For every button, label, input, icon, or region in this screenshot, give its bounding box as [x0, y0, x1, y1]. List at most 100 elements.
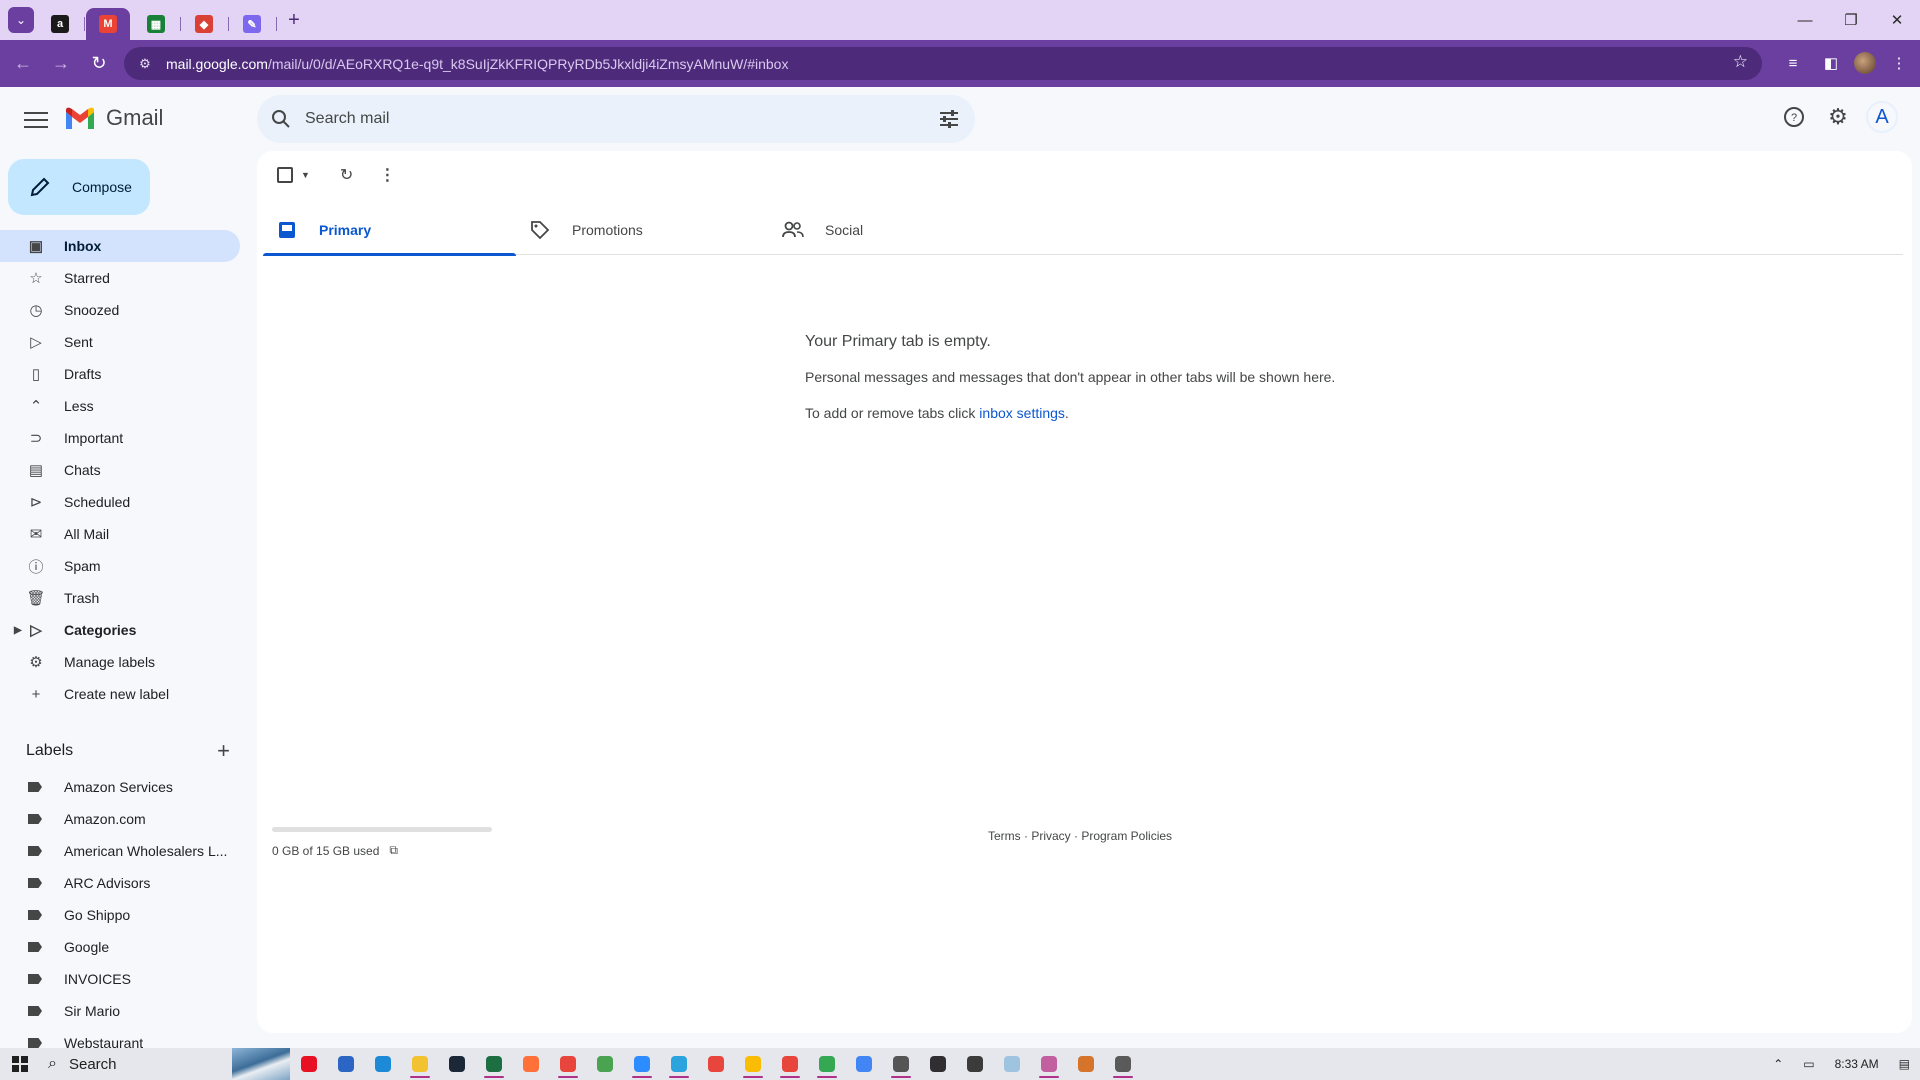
new-tab-button[interactable]: + — [282, 9, 306, 32]
nav-item-starred[interactable]: ☆ Starred — [0, 262, 240, 294]
taskbar-app-chrome-6[interactable] — [808, 1048, 845, 1080]
label-tag-icon — [28, 942, 42, 952]
media-control-icon[interactable]: ≡ — [1778, 48, 1808, 78]
label-item[interactable]: Amazon Services — [0, 771, 240, 803]
nav-item-important[interactable]: ⊃ Important — [0, 422, 240, 454]
back-button[interactable]: ← — [8, 49, 38, 79]
more-options-icon[interactable]: ⋮ — [379, 165, 395, 185]
close-window-button[interactable]: ✕ — [1874, 0, 1920, 40]
taskbar-app-excel[interactable] — [475, 1048, 512, 1080]
taskbar-app-paint[interactable] — [1030, 1048, 1067, 1080]
browser-tab-sheets[interactable]: ▦ — [134, 8, 181, 40]
help-icon[interactable]: ? — [1772, 95, 1816, 139]
taskbar-app-chrome-1[interactable] — [549, 1048, 586, 1080]
label-item[interactable]: INVOICES — [0, 963, 240, 995]
taskbar-app-firefox[interactable] — [512, 1048, 549, 1080]
site-info-icon[interactable]: ⚙ — [130, 49, 160, 79]
taskbar-search[interactable]: ⌕ Search — [40, 1048, 290, 1080]
notifications-icon[interactable]: ▤ — [1899, 1057, 1910, 1071]
tab-social[interactable]: Social — [769, 205, 1022, 255]
inbox-settings-link[interactable]: inbox settings — [979, 405, 1065, 421]
nav-item-categories[interactable]: ▶ ▷ Categories — [0, 614, 240, 646]
windows-start-icon[interactable] — [0, 1048, 40, 1080]
battery-icon[interactable]: ▭ — [1803, 1057, 1814, 1071]
label-item[interactable]: ARC Advisors — [0, 867, 240, 899]
label-item[interactable]: Go Shippo — [0, 899, 240, 931]
tab-search-menu-button[interactable]: ⌄ — [8, 7, 34, 33]
taskbar-app-telegram[interactable] — [660, 1048, 697, 1080]
taskbar-app-file-explorer[interactable] — [401, 1048, 438, 1080]
tab-primary[interactable]: Primary — [263, 205, 516, 256]
taskbar-app-files[interactable] — [993, 1048, 1030, 1080]
nav-item-chats[interactable]: ▤ Chats — [0, 454, 240, 486]
profile-avatar[interactable] — [1854, 52, 1876, 74]
taskbar-app-chrome-5[interactable] — [771, 1048, 808, 1080]
taskbar-app-obs[interactable] — [919, 1048, 956, 1080]
browser-tab-strip: ⌄ a M ▦ ◆ ✎ + — ❐ ✕ — [0, 0, 1920, 40]
taskbar-app-notes[interactable] — [956, 1048, 993, 1080]
create-label-plus-icon[interactable]: + — [217, 738, 230, 764]
nav-item-scheduled[interactable]: ⊳ Scheduled — [0, 486, 240, 518]
compose-button[interactable]: Compose — [8, 159, 150, 215]
reload-button[interactable]: ↻ — [84, 49, 114, 79]
nav-item-inbox[interactable]: ▣ Inbox — [0, 230, 240, 262]
search-input[interactable]: Search mail — [305, 110, 389, 128]
nav-item-trash[interactable]: 🗑 Trash — [0, 582, 240, 614]
nav-item-create-new-label[interactable]: + Create new label — [0, 678, 240, 710]
taskbar-app-app-misc[interactable] — [1067, 1048, 1104, 1080]
search-options-icon[interactable] — [937, 107, 961, 131]
taskbar-app-app-red[interactable] — [290, 1048, 327, 1080]
taskbar-app-calculator[interactable] — [882, 1048, 919, 1080]
expand-caret-icon[interactable]: ▶ — [14, 625, 22, 636]
taskbar-app-chrome-4[interactable] — [734, 1048, 771, 1080]
nav-item-snoozed[interactable]: ◷ Snoozed — [0, 294, 240, 326]
taskbar-app-edge[interactable] — [364, 1048, 401, 1080]
nav-item-label: Categories — [64, 622, 137, 638]
label-item[interactable]: Amazon.com — [0, 803, 240, 835]
tab-promotions[interactable]: Promotions — [516, 205, 769, 255]
tray-chevron-icon[interactable]: ⌃ — [1773, 1057, 1783, 1071]
nav-item-label: Important — [64, 430, 124, 446]
taskbar-app-app-store[interactable] — [327, 1048, 364, 1080]
side-panel-icon[interactable]: ◧ — [1816, 48, 1846, 78]
nav-item-all-mail[interactable]: ✉ All Mail — [0, 518, 240, 550]
nav-item-less[interactable]: ⌃ Less — [0, 390, 240, 422]
taskbar-app-zoom[interactable] — [623, 1048, 660, 1080]
taskbar-app-chrome-7[interactable] — [845, 1048, 882, 1080]
search-icon[interactable] — [257, 95, 305, 143]
taskbar-app-chrome-3[interactable] — [697, 1048, 734, 1080]
nav-item-drafts[interactable]: ▯ Drafts — [0, 358, 240, 390]
browser-menu-icon[interactable]: ⋮ — [1884, 48, 1914, 78]
label-item[interactable]: Sir Mario — [0, 995, 240, 1027]
browser-tab-gmail[interactable]: M — [86, 8, 130, 40]
bookmark-star-icon[interactable]: ☆ — [1733, 52, 1748, 72]
nav-item-spam[interactable]: ⓘ Spam — [0, 550, 240, 582]
footer-links[interactable]: Terms · Privacy · Program Policies — [988, 829, 1172, 843]
browser-tab-clickup[interactable]: ✎ — [230, 8, 277, 40]
main-menu-button[interactable] — [20, 107, 52, 135]
open-external-icon[interactable]: ⧉ — [389, 843, 398, 858]
taskbar-app-settings[interactable] — [1104, 1048, 1141, 1080]
nav-item-manage-labels[interactable]: ⚙ Manage labels — [0, 646, 240, 678]
select-dropdown-icon[interactable]: ▼ — [301, 170, 310, 180]
settings-gear-icon[interactable]: ⚙ — [1816, 95, 1860, 139]
search-bar[interactable]: Search mail — [257, 95, 975, 143]
clock[interactable]: 8:33 AM — [1835, 1057, 1879, 1071]
label-item[interactable]: Google — [0, 931, 240, 963]
minimize-button[interactable]: — — [1782, 0, 1828, 40]
address-bar[interactable]: ⚙ mail.google.com/mail/u/0/d/AEoRXRQ1e-q… — [124, 47, 1762, 80]
refresh-icon[interactable]: ↻ — [340, 165, 353, 185]
restore-button[interactable]: ❐ — [1828, 0, 1874, 40]
browser-tab-todoist[interactable]: ◆ — [182, 8, 229, 40]
forward-button[interactable]: → — [46, 49, 76, 79]
taskbar-app-steam[interactable] — [438, 1048, 475, 1080]
storage-bar — [272, 827, 492, 832]
label-item[interactable]: American Wholesalers L... — [0, 835, 240, 867]
gmail-logo[interactable]: Gmail — [64, 105, 163, 131]
account-avatar[interactable]: A — [1866, 101, 1898, 133]
nav-item-sent[interactable]: ▷ Sent — [0, 326, 240, 358]
select-all-checkbox[interactable] — [277, 167, 293, 183]
taskbar-app-chrome-2[interactable] — [586, 1048, 623, 1080]
label-name: Amazon.com — [64, 811, 146, 827]
browser-tab-amazon[interactable]: a — [38, 8, 85, 40]
